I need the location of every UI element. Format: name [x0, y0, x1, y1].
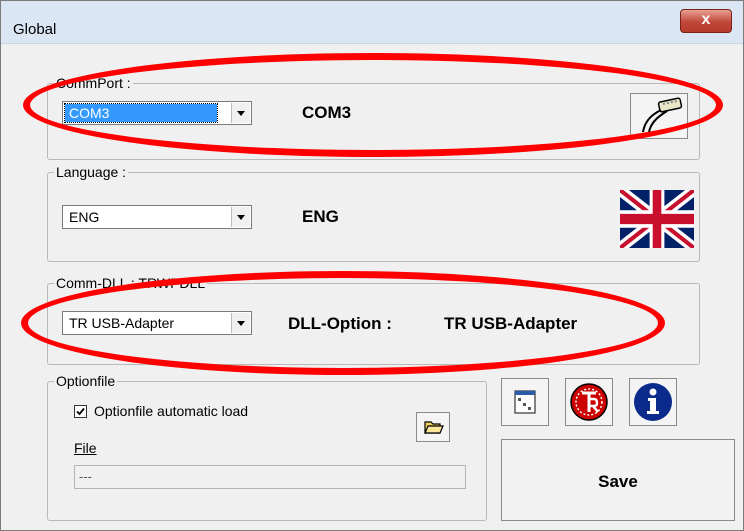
- close-button[interactable]: x: [680, 9, 732, 33]
- info-icon: [634, 383, 672, 421]
- dll-option-label: DLL-Option :: [288, 314, 392, 333]
- optionfile-checkbox-label[interactable]: Optionfile automatic load: [94, 403, 248, 419]
- file-path-value: ---: [79, 469, 92, 484]
- chevron-down-icon[interactable]: [231, 207, 250, 227]
- chevron-down-icon[interactable]: [231, 103, 250, 123]
- commport-selected-value: COM3: [64, 103, 218, 123]
- brand-button[interactable]: [565, 378, 613, 426]
- language-legend: Language :: [54, 163, 129, 181]
- commport-cable-button[interactable]: [630, 93, 688, 139]
- commport-group: CommPort : COM3 COM3: [47, 74, 700, 160]
- optionfile-group: Optionfile Optionfile automatic load Fil…: [47, 372, 487, 521]
- language-group: Language : ENG ENG: [47, 163, 700, 262]
- commport-select[interactable]: COM3: [62, 101, 252, 125]
- save-button[interactable]: Save: [501, 439, 735, 521]
- uk-flag-icon: [617, 185, 697, 253]
- chevron-down-icon[interactable]: [231, 313, 250, 333]
- global-dialog: Global x CommPort : COM3 COM3 Language :…: [0, 0, 744, 531]
- dll-option-value: TR USB-Adapter: [444, 314, 578, 333]
- commdll-group: Comm-DLL : TRWPDLL TR USB-Adapter DLL-Op…: [47, 274, 700, 365]
- checkmark-icon: [76, 407, 85, 416]
- tr-logo-icon: [570, 383, 608, 421]
- language-selected-value: ENG: [69, 209, 100, 225]
- close-icon: x: [701, 11, 711, 28]
- commport-legend: CommPort :: [54, 74, 133, 92]
- settings-button[interactable]: [501, 378, 549, 426]
- language-select[interactable]: ENG: [62, 205, 252, 229]
- commdll-select[interactable]: TR USB-Adapter: [62, 311, 252, 335]
- save-button-label: Save: [598, 472, 638, 491]
- language-display: ENG: [302, 207, 339, 226]
- optionfile-legend: Optionfile: [54, 372, 118, 390]
- window-settings-icon: [514, 390, 536, 414]
- optionfile-checkbox[interactable]: [74, 405, 87, 418]
- serial-cable-icon: [641, 97, 683, 135]
- file-label: File: [74, 440, 97, 456]
- file-path-field[interactable]: ---: [74, 465, 466, 489]
- window-title: Global: [13, 21, 57, 38]
- commdll-legend: Comm-DLL : TRWPDLL: [54, 274, 208, 292]
- folder-open-icon: [424, 421, 444, 434]
- info-button[interactable]: [629, 378, 677, 426]
- commport-display: COM3: [302, 103, 352, 122]
- title-bar[interactable]: Global x: [1, 1, 743, 44]
- open-folder-button[interactable]: [416, 412, 450, 442]
- commdll-selected-value: TR USB-Adapter: [69, 315, 175, 331]
